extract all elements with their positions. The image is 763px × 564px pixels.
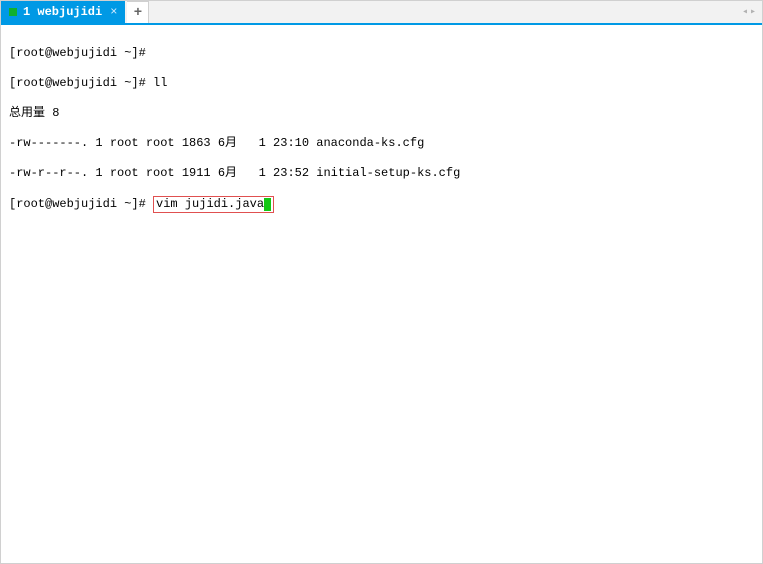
- nav-left-icon[interactable]: ◂: [742, 6, 748, 18]
- close-icon[interactable]: ×: [108, 5, 119, 19]
- file-listing-line: -rw-r--r--. 1 root root 1911 6月 1 23:52 …: [9, 166, 754, 181]
- nav-right-icon[interactable]: ▸: [750, 6, 756, 18]
- tab-title: 1 webjujidi: [23, 5, 102, 19]
- tab-active[interactable]: 1 webjujidi ×: [1, 1, 125, 23]
- command-text: vim jujidi.java: [156, 197, 264, 211]
- new-tab-button[interactable]: +: [127, 1, 149, 23]
- prompt: [root@webjujidi ~]#: [9, 76, 146, 90]
- cursor-icon: [264, 198, 271, 211]
- prompt-line: [root@webjujidi ~]# ll: [9, 76, 754, 91]
- command-text: ll: [146, 76, 168, 90]
- prompt-line-current: [root@webjujidi ~]# vim jujidi.java: [9, 196, 754, 213]
- tab-bar: 1 webjujidi × + ◂ ▸: [1, 1, 762, 25]
- prompt: [root@webjujidi ~]#: [9, 46, 146, 60]
- output-line: 总用量 8: [9, 106, 754, 121]
- tab-nav-arrows: ◂ ▸: [742, 1, 762, 23]
- terminal-output[interactable]: [root@webjujidi ~]# [root@webjujidi ~]# …: [1, 25, 762, 234]
- file-listing-line: -rw-------. 1 root root 1863 6月 1 23:10 …: [9, 136, 754, 151]
- status-dot-icon: [9, 8, 17, 16]
- highlighted-command: vim jujidi.java: [153, 196, 274, 213]
- prompt-line: [root@webjujidi ~]#: [9, 46, 754, 61]
- prompt: [root@webjujidi ~]#: [9, 197, 146, 211]
